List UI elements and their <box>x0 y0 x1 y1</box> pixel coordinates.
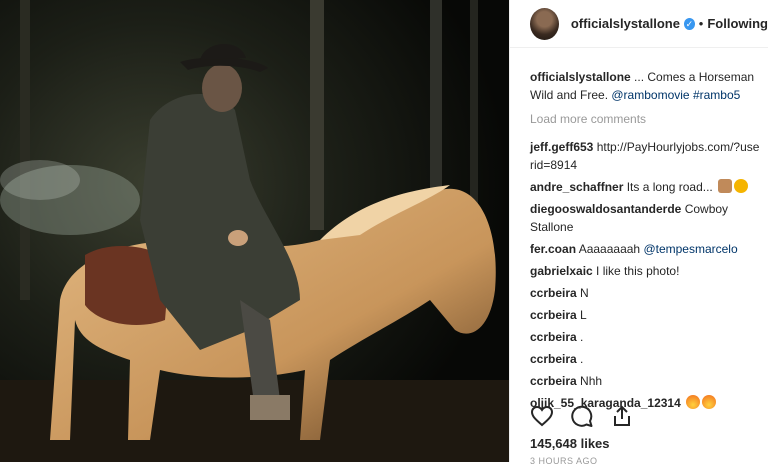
thumbs-up-emoji-icon <box>718 179 733 193</box>
comment-username[interactable]: andre_schaffner <box>530 180 623 194</box>
comment-item: ccrbeira . <box>530 328 760 346</box>
comment-username[interactable]: ccrbeira <box>530 286 577 300</box>
following-button[interactable]: Following <box>707 16 768 31</box>
comment-text: I like this photo! <box>596 264 680 278</box>
comment-item: andre_schaffner Its a long road... <box>530 178 760 196</box>
post-header: officialslystallone ✓ • Following <box>510 0 768 48</box>
comment-item: diegooswaldosantanderde Cowboy Stallone <box>530 200 760 236</box>
comment-text: Nhh <box>580 374 603 388</box>
caption: officialslystallone ... Comes a Horseman… <box>530 68 760 104</box>
fire-emoji-icon <box>686 395 701 409</box>
horseman-photo <box>0 0 509 462</box>
comment-text: . <box>580 352 584 366</box>
fire-emoji-icon <box>702 395 717 409</box>
post-actions <box>530 404 636 430</box>
comment-username[interactable]: jeff.geff653 <box>530 140 593 154</box>
comment-item: fer.coan Aaaaaaaah @tempesmarcelo <box>530 240 760 258</box>
comment-text: L <box>580 308 587 322</box>
comment-item: ccrbeira Nhh <box>530 372 760 390</box>
comment-mention[interactable]: @tempesmarcelo <box>643 242 737 256</box>
comment-username[interactable]: ccrbeira <box>530 352 577 366</box>
comment-text: Aaaaaaaah <box>578 242 644 256</box>
likes-count[interactable]: 145,648 likes <box>530 436 610 451</box>
avatar[interactable] <box>530 7 559 40</box>
comment-username[interactable]: diegooswaldosantanderde <box>530 202 681 216</box>
comment-username[interactable]: ccrbeira <box>530 330 577 344</box>
post-author-username[interactable]: officialslystallone <box>571 16 680 31</box>
post-photo[interactable] <box>0 0 509 462</box>
header-separator: • <box>698 16 704 31</box>
comment-item: gabrielxaic I like this photo! <box>530 262 760 280</box>
caption-hashtag[interactable]: #rambo5 <box>693 88 740 102</box>
post-sidebar: officialslystallone ✓ • Following offici… <box>509 0 768 466</box>
comment-item: ccrbeira L <box>530 306 760 324</box>
post-date: 3 HOURS AGO <box>530 456 598 466</box>
comment-text: N <box>580 286 589 300</box>
comment-username[interactable]: gabrielxaic <box>530 264 593 278</box>
comment-username[interactable]: ccrbeira <box>530 308 577 322</box>
load-more-comments-button[interactable]: Load more comments <box>530 110 760 128</box>
comment-username[interactable]: fer.coan <box>530 242 576 256</box>
caption-username[interactable]: officialslystallone <box>530 70 631 84</box>
comment-item: jeff.geff653 http://PayHourlyjobs.com/?u… <box>530 138 760 174</box>
comment-text: . <box>580 330 584 344</box>
heart-icon[interactable] <box>530 404 556 430</box>
comment-item: ccrbeira N <box>530 284 760 302</box>
comment-username[interactable]: ccrbeira <box>530 374 577 388</box>
share-icon[interactable] <box>610 404 636 430</box>
comments-section: officialslystallone ... Comes a Horseman… <box>530 68 760 416</box>
caption-mention[interactable]: @rambomovie <box>611 88 689 102</box>
verified-badge-icon: ✓ <box>683 17 695 30</box>
comment-item: ccrbeira . <box>530 350 760 368</box>
comment-icon[interactable] <box>570 404 596 430</box>
comment-text: Its a long road... <box>626 180 713 194</box>
tongue-emoji-icon <box>734 179 749 193</box>
